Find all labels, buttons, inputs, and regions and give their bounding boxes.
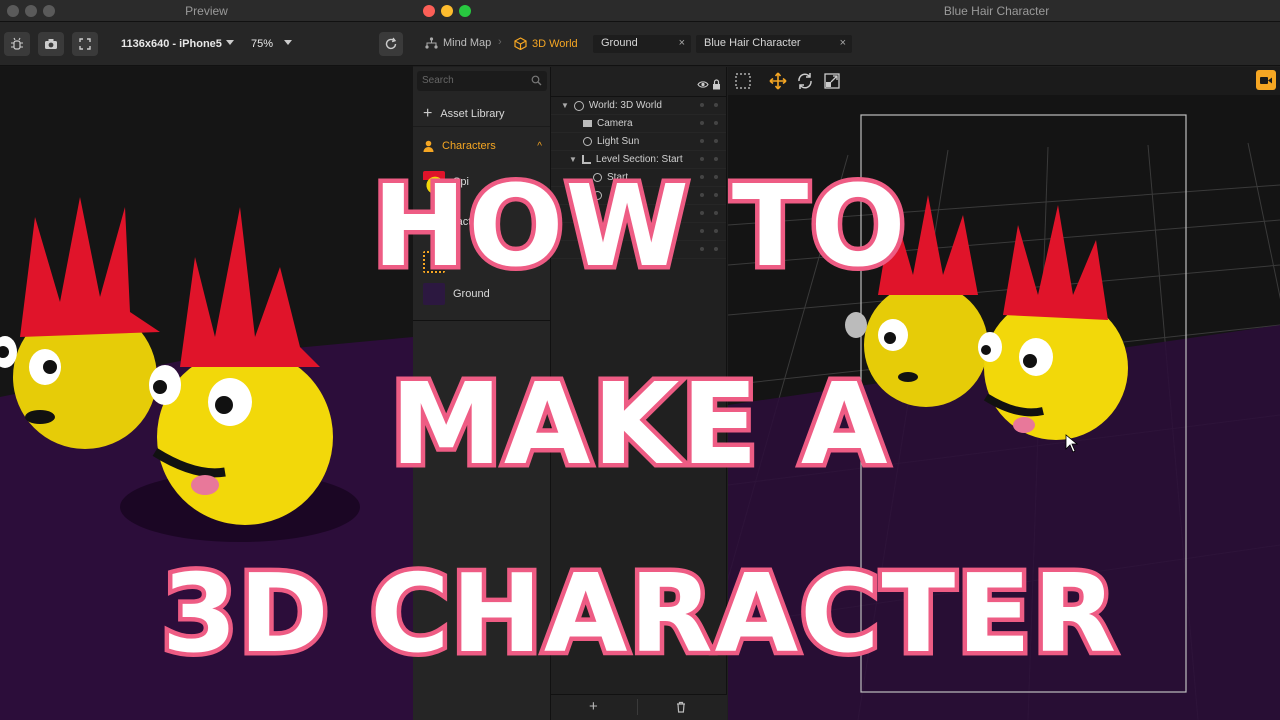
- breadcrumb-mind-map-label: Mind Map: [443, 37, 492, 49]
- asset-library-button[interactable]: + Asset Library: [413, 101, 550, 127]
- screenshot-button[interactable]: [38, 32, 64, 56]
- headline-line-3: 3D CHARACTER: [157, 548, 1120, 682]
- preview-window-title: Preview: [185, 4, 228, 18]
- tree-row[interactable]: Light Sun: [551, 133, 726, 151]
- resolution-select[interactable]: 1136x640 - iPhone5: [121, 38, 222, 50]
- preview-titlebar: Preview: [0, 0, 413, 22]
- camera-icon: [45, 39, 57, 49]
- viewport-toolbar: [728, 67, 1280, 95]
- tab-blue-hair-character[interactable]: Blue Hair Character ×: [696, 35, 852, 53]
- zoom-window-button[interactable]: [459, 5, 471, 17]
- close-window-button[interactable]: [423, 5, 435, 17]
- cube-icon: [514, 37, 527, 50]
- resolution-chevron-icon[interactable]: [226, 40, 234, 45]
- scene-tree-header: [551, 67, 727, 97]
- eye-icon[interactable]: [697, 80, 709, 89]
- scene-tree-footer: +: [551, 694, 727, 720]
- rotate-tool-icon[interactable]: [796, 72, 814, 90]
- zoom-chevron-icon[interactable]: [284, 40, 292, 45]
- close-tab-icon[interactable]: ×: [679, 37, 685, 49]
- add-node-button[interactable]: +: [589, 698, 598, 715]
- tree-row[interactable]: ▼ World: 3D World: [551, 97, 726, 115]
- headline-line-2: MAKE A: [386, 356, 892, 495]
- plus-icon: +: [423, 104, 433, 122]
- editor-window-title: Blue Hair Character: [943, 4, 1050, 18]
- headline-line-1: HOW TO: [368, 158, 910, 297]
- preview-toolbar: 1136x640 - iPhone5 75%: [0, 22, 413, 66]
- breadcrumb-separator-icon: ›: [498, 36, 502, 48]
- globe-icon: [573, 100, 584, 111]
- frame-icon: [79, 38, 91, 50]
- scale-tool-icon[interactable]: [823, 72, 841, 90]
- reload-button[interactable]: [379, 32, 403, 56]
- breadcrumb-3d-world[interactable]: 3D World: [514, 37, 578, 50]
- breadcrumb-mind-map[interactable]: Mind Map: [425, 37, 491, 49]
- video-camera-icon: [583, 120, 592, 127]
- tab-ground[interactable]: Ground ×: [593, 35, 691, 53]
- sun-icon: [583, 137, 592, 146]
- marquee-select-icon[interactable]: [734, 72, 752, 90]
- move-tool-icon[interactable]: [769, 72, 787, 90]
- asset-search-input[interactable]: Search: [417, 71, 547, 91]
- close-tab-icon[interactable]: ×: [840, 37, 846, 49]
- tree-row-label: Camera: [597, 118, 633, 129]
- minimize-window-button[interactable]: [441, 5, 453, 17]
- breadcrumb-3d-world-label: 3D World: [532, 37, 578, 50]
- rotate-device-button[interactable]: [72, 32, 98, 56]
- tab-blue-hair-character-label: Blue Hair Character: [704, 37, 801, 49]
- video-camera-icon: [1260, 76, 1272, 84]
- person-icon: [423, 140, 434, 152]
- tab-ground-label: Ground: [601, 37, 638, 49]
- mind-map-icon: [425, 37, 438, 49]
- debug-button[interactable]: [4, 32, 30, 56]
- search-icon: [531, 75, 542, 86]
- disclosure-icon[interactable]: ▼: [561, 101, 569, 110]
- trash-icon[interactable]: [676, 701, 686, 713]
- chevron-up-icon[interactable]: ^: [537, 141, 542, 152]
- characters-section-label: Characters: [442, 140, 496, 152]
- asset-library-label: Asset Library: [440, 107, 505, 120]
- tree-row[interactable]: Camera: [551, 115, 726, 133]
- lock-icon[interactable]: [712, 79, 721, 90]
- editor-tabbar: Mind Map › 3D World Ground × Blue Hair C…: [413, 22, 1280, 66]
- editor-titlebar: Blue Hair Character: [413, 0, 1280, 22]
- camera-view-button[interactable]: [1256, 70, 1276, 90]
- tree-row-label: World: 3D World: [588, 100, 662, 111]
- characters-section-header[interactable]: Characters ^: [413, 135, 550, 157]
- tree-row-label: Light Sun: [597, 136, 640, 147]
- zoom-select[interactable]: 75%: [251, 38, 273, 50]
- bug-icon: [11, 37, 23, 50]
- refresh-icon: [385, 37, 397, 50]
